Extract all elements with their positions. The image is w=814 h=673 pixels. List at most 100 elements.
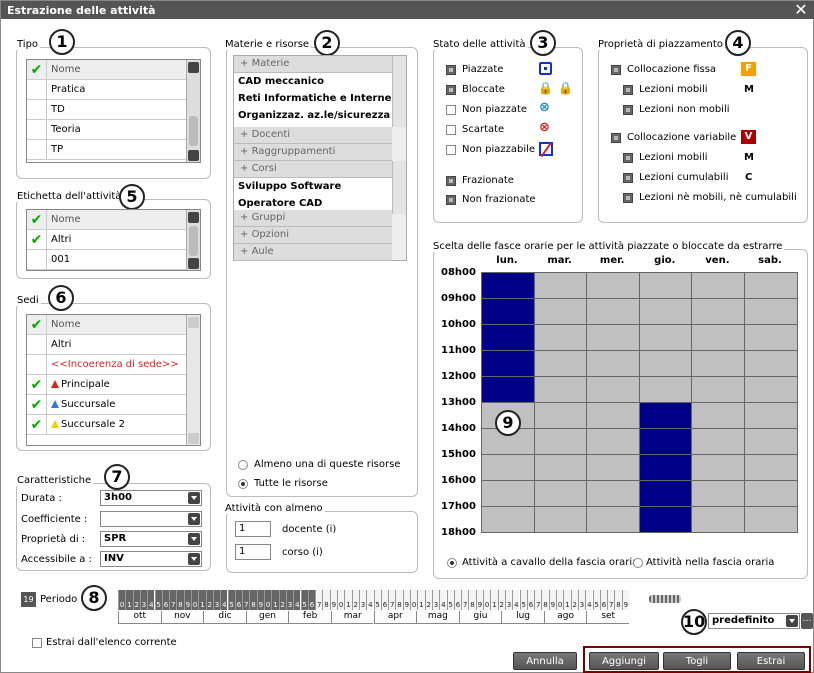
checkbox-scartate[interactable]: [446, 125, 456, 135]
period-day[interactable]: 7: [534, 590, 542, 610]
period-day[interactable]: 7: [461, 590, 469, 610]
corsi-scrollbar[interactable]: [392, 161, 406, 214]
hour-label[interactable]: 10h00: [441, 319, 476, 330]
timeslot-cell[interactable]: [744, 480, 798, 507]
close-icon[interactable]: ✕: [793, 1, 809, 19]
period-day[interactable]: 8: [249, 590, 257, 610]
list-item[interactable]: ✔ Altri: [27, 230, 188, 250]
checkbox-non-piazzate[interactable]: [446, 105, 456, 115]
timeslot-cell[interactable]: [481, 298, 535, 325]
timeslot-cell[interactable]: [744, 376, 798, 403]
period-day[interactable]: 9: [329, 590, 337, 610]
timeslot-cell[interactable]: [638, 480, 693, 507]
chevron-down-icon[interactable]: [188, 533, 200, 545]
timeslot-cell[interactable]: [481, 324, 535, 351]
period-day[interactable]: 4: [366, 590, 374, 610]
period-day[interactable]: 0: [410, 590, 418, 610]
timeslot-cell[interactable]: [744, 506, 798, 533]
timeslot-cell[interactable]: [586, 272, 640, 299]
list-item[interactable]: Pratica: [27, 80, 188, 100]
period-day[interactable]: 6: [526, 590, 535, 610]
timeslot-cell[interactable]: [586, 376, 640, 403]
period-day[interactable]: 5: [592, 590, 600, 610]
period-month[interactable]: lug: [501, 611, 544, 624]
timeslot-cell[interactable]: [691, 298, 745, 325]
period-day[interactable]: 8: [468, 590, 476, 610]
timeslot-cell[interactable]: [533, 350, 588, 377]
timeslot-cell[interactable]: [533, 376, 588, 403]
day-label[interactable]: mar.: [534, 255, 586, 266]
scroll-down-icon[interactable]: [188, 433, 199, 444]
timeslot-cell[interactable]: [744, 454, 798, 481]
timeslot-cell[interactable]: [533, 324, 588, 351]
period-month[interactable]: dic: [203, 611, 246, 624]
radio-a-cavallo[interactable]: [447, 558, 457, 568]
timeslot-cell[interactable]: [638, 350, 693, 377]
period-day[interactable]: 7: [607, 590, 615, 610]
hour-label[interactable]: 14h00: [441, 423, 476, 434]
period-day[interactable]: 4: [585, 590, 593, 610]
list-item[interactable]: ✔ Principale: [27, 375, 188, 395]
timeslot-cell[interactable]: [586, 480, 640, 507]
hour-label[interactable]: 11h00: [441, 345, 476, 356]
period-day[interactable]: 3: [285, 590, 294, 610]
period-day[interactable]: 0: [556, 590, 564, 610]
checkbox-fissa-lezioni-non-mobili[interactable]: [623, 105, 633, 115]
scroll-down-icon[interactable]: [188, 150, 199, 161]
list-item[interactable]: Teoria: [27, 120, 188, 140]
tipo-scrollbar[interactable]: [186, 60, 200, 162]
period-day[interactable]: 2: [205, 590, 213, 610]
list-item[interactable]: Reti Informatiche e Interne: [234, 90, 392, 107]
timeslot-cell[interactable]: [481, 376, 535, 403]
period-day[interactable]: 6: [599, 590, 608, 610]
period-day[interactable]: 5: [519, 590, 527, 610]
section-docenti[interactable]: + Docenti: [234, 127, 392, 144]
list-item[interactable]: Organizzaz. az.le/sicurezza: [234, 107, 392, 124]
period-day[interactable]: 0: [118, 590, 126, 610]
period-day[interactable]: 7: [169, 590, 177, 610]
hour-label[interactable]: 18h00: [441, 527, 476, 538]
section-gruppi[interactable]: + Gruppi: [234, 210, 392, 227]
checkbox-var-ne-mobili[interactable]: [623, 193, 633, 203]
period-day[interactable]: 0: [483, 590, 491, 610]
day-label[interactable]: ven.: [691, 255, 743, 266]
timeslot-cell[interactable]: [586, 324, 640, 351]
timeslot-cell[interactable]: [638, 376, 693, 403]
checkbox-collocazione-fissa[interactable]: [611, 65, 621, 75]
period-day[interactable]: 1: [417, 590, 425, 610]
period-day[interactable]: 4: [512, 590, 520, 610]
period-month[interactable]: feb: [288, 611, 331, 624]
period-day[interactable]: 1: [271, 590, 279, 610]
timeslot-cell[interactable]: [586, 506, 640, 533]
timeslot-cell[interactable]: [481, 454, 535, 481]
period-day[interactable]: 7: [242, 590, 250, 610]
hour-label[interactable]: 08h00: [441, 267, 476, 278]
period-day[interactable]: 5: [300, 590, 308, 610]
period-month[interactable]: gen: [245, 611, 289, 624]
period-day[interactable]: 2: [278, 590, 286, 610]
section-aule[interactable]: + Aule: [234, 244, 392, 261]
period-day[interactable]: 2: [497, 590, 505, 610]
day-label[interactable]: gio.: [639, 255, 691, 266]
period-day[interactable]: 5: [227, 590, 235, 610]
timeslot-cell[interactable]: [533, 428, 588, 455]
section-opzioni[interactable]: + Opzioni: [234, 227, 392, 244]
coefficiente-select[interactable]: [100, 511, 202, 527]
checkbox-piazzate[interactable]: [446, 65, 456, 75]
checkbox-var-lezioni-cumulabili[interactable]: [623, 173, 633, 183]
hour-label[interactable]: 15h00: [441, 449, 476, 460]
hour-label[interactable]: 16h00: [441, 475, 476, 486]
period-day[interactable]: 1: [125, 590, 133, 610]
period-day[interactable]: 1: [344, 590, 352, 610]
timeslot-cell[interactable]: [533, 506, 588, 533]
chevron-down-icon[interactable]: [786, 615, 798, 627]
checkbox-frazionate[interactable]: [446, 176, 456, 186]
period-day[interactable]: 6: [380, 590, 389, 610]
period-day[interactable]: 6: [453, 590, 462, 610]
accessibile-select[interactable]: INV: [100, 551, 202, 567]
timeslot-cell[interactable]: [586, 454, 640, 481]
timeslot-cell[interactable]: [481, 480, 535, 507]
togli-button[interactable]: Togli: [663, 652, 731, 670]
period-day[interactable]: 1: [490, 590, 498, 610]
period-day[interactable]: 2: [132, 590, 140, 610]
